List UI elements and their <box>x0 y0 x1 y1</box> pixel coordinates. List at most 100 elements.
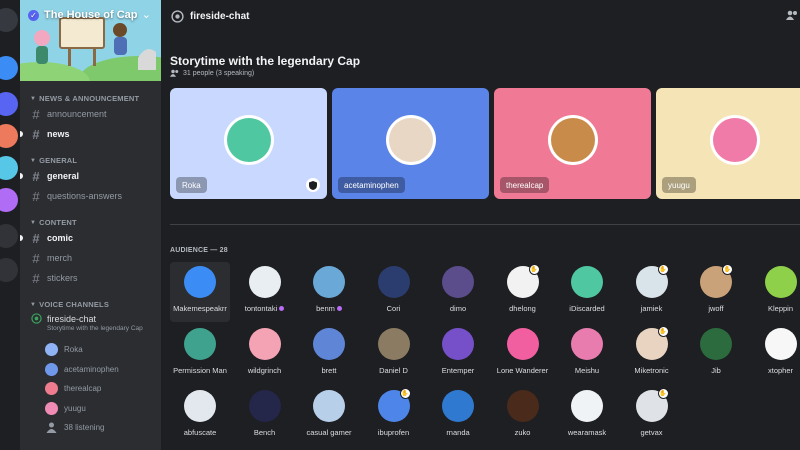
channel-general[interactable]: # general <box>20 167 156 185</box>
audience-member[interactable]: ✋ getvax <box>622 386 682 446</box>
member-name: rnanda <box>446 428 470 437</box>
category-content[interactable]: ▼ CONTENT <box>30 218 77 227</box>
channel-stickers[interactable]: # stickers <box>28 269 156 287</box>
server-icon[interactable] <box>0 92 18 116</box>
channel-questions-answers[interactable]: # questions-answers <box>28 187 156 205</box>
stage-subtitle: 31 people (3 speaking) <box>170 69 254 77</box>
nitro-badge-icon <box>336 306 342 311</box>
category-label: NEWS & ANNOUNCEMENT <box>39 94 140 103</box>
audience-member[interactable]: Bench <box>235 386 295 446</box>
server-name-text: The House of Cap <box>44 9 138 21</box>
audience-member[interactable]: abfuscate <box>170 386 230 446</box>
chevron-down-icon[interactable]: ⌄ <box>142 8 151 21</box>
voice-user[interactable]: yuugu <box>45 402 86 415</box>
moderator-shield-icon <box>306 178 320 192</box>
explore-icon[interactable] <box>0 224 18 248</box>
avatar <box>442 390 474 422</box>
audience-member[interactable]: xtopher <box>751 324 800 384</box>
channel-label: stickers <box>47 273 78 283</box>
stage-topic: Storytime with the legendary Cap <box>170 54 361 68</box>
audience-member[interactable]: tontontaki <box>235 262 295 322</box>
server-name[interactable]: ✓ The House of Cap <box>28 9 138 21</box>
member-name: Daniel D <box>379 366 408 375</box>
speaker-card[interactable]: Roka <box>170 88 327 199</box>
server-banner[interactable]: ✓ The House of Cap ⌄ <box>20 0 161 81</box>
audience-member[interactable]: Entemper <box>428 324 488 384</box>
people-icon <box>46 422 57 433</box>
server-icon[interactable] <box>0 56 18 80</box>
audience-member[interactable]: wildgrinch <box>235 324 295 384</box>
audience-member[interactable]: ✋ ibuprofen <box>364 386 424 446</box>
voice-user-name: Roka <box>64 345 83 354</box>
audience-member[interactable]: ✋ jwoff <box>686 262 746 322</box>
audience-member[interactable]: Kleppin <box>751 262 800 322</box>
audience-member[interactable]: dimo <box>428 262 488 322</box>
server-icon[interactable] <box>0 156 18 180</box>
add-server-icon[interactable] <box>0 258 18 282</box>
avatar <box>377 266 410 298</box>
audience-member[interactable]: benm <box>299 262 359 322</box>
avatar <box>377 328 410 360</box>
channel-title: fireside-chat <box>190 10 250 22</box>
speaker-card[interactable]: therealcap <box>494 88 651 199</box>
audience-member[interactable]: rnanda <box>428 386 488 446</box>
server-icon[interactable] <box>0 124 18 148</box>
caret-down-icon: ▼ <box>30 219 37 226</box>
audience-member[interactable]: Permission Man <box>170 324 230 384</box>
voice-user[interactable]: therealcap <box>45 382 101 395</box>
voice-channel-fireside[interactable]: fireside-chat Storytime with the legenda… <box>28 313 156 332</box>
category-news[interactable]: ▼ NEWS & ANNOUNCEMENT <box>30 94 139 103</box>
hash-icon: # <box>32 168 40 184</box>
channel-news[interactable]: # news <box>20 125 156 143</box>
channel-comic[interactable]: # comic <box>20 229 156 247</box>
speaker-card[interactable]: acetaminophen <box>332 88 489 199</box>
avatar <box>709 114 760 165</box>
hand-raised-icon: ✋ <box>657 326 669 337</box>
category-general[interactable]: ▼ GENERAL <box>30 156 77 165</box>
member-name: dhelong <box>509 304 536 313</box>
avatar <box>184 328 216 360</box>
stage-icon <box>31 313 42 324</box>
member-name: abfuscate <box>183 428 217 437</box>
audience-member[interactable]: Lone Wanderer <box>493 324 553 384</box>
voice-user[interactable]: Roka <box>45 343 83 356</box>
audience-member[interactable]: iDiscarded <box>557 262 617 322</box>
audience-member[interactable]: Makemespeakrr <box>170 262 230 322</box>
nitro-badge-icon <box>279 306 285 311</box>
voice-user-name: acetaminophen <box>64 365 119 374</box>
audience-member[interactable]: Jib <box>686 324 746 384</box>
audience-member[interactable]: ✋ jamiek <box>622 262 682 322</box>
avatar <box>248 328 281 360</box>
audience-member[interactable]: Cori <box>364 262 424 322</box>
avatar <box>313 390 345 422</box>
speaker-card[interactable]: yuugu <box>656 88 800 199</box>
avatar <box>45 382 58 395</box>
avatar <box>45 402 58 415</box>
member-name: tontontaki <box>229 304 301 313</box>
channel-announcement[interactable]: # announcement <box>28 105 156 123</box>
channel-sidebar: ✓ The House of Cap ⌄ ▼ NEWS & ANNOUNCEME… <box>20 0 161 450</box>
category-voice[interactable]: ▼ VOICE CHANNELS <box>30 300 109 309</box>
member-name: Cori <box>386 304 401 313</box>
member-list-icon[interactable] <box>786 10 798 20</box>
audience-member[interactable]: Meishu <box>557 324 617 384</box>
channel-merch[interactable]: # merch <box>28 249 156 267</box>
audience-member[interactable]: brett <box>299 324 359 384</box>
audience-member[interactable]: Daniel D <box>364 324 424 384</box>
member-name: iDiscarded <box>569 304 605 313</box>
member-name: wildgrinch <box>247 366 282 375</box>
audience-member[interactable]: casual gamer <box>299 386 359 446</box>
divider <box>170 224 800 225</box>
avatar <box>248 266 281 298</box>
home-icon[interactable] <box>0 8 18 32</box>
voice-user[interactable]: acetaminophen <box>45 363 119 376</box>
audience-member[interactable]: ✋ dhelong <box>493 262 553 322</box>
channel-label: questions-answers <box>47 191 123 201</box>
audience-member[interactable]: zuko <box>493 386 553 446</box>
avatar <box>184 390 216 422</box>
listening-count[interactable]: 38 listening <box>45 421 104 434</box>
audience-member[interactable]: wearamask <box>557 386 617 446</box>
audience-member[interactable]: ✋ Miketronic <box>622 324 682 384</box>
server-icon[interactable] <box>0 188 18 212</box>
avatar <box>45 343 58 356</box>
